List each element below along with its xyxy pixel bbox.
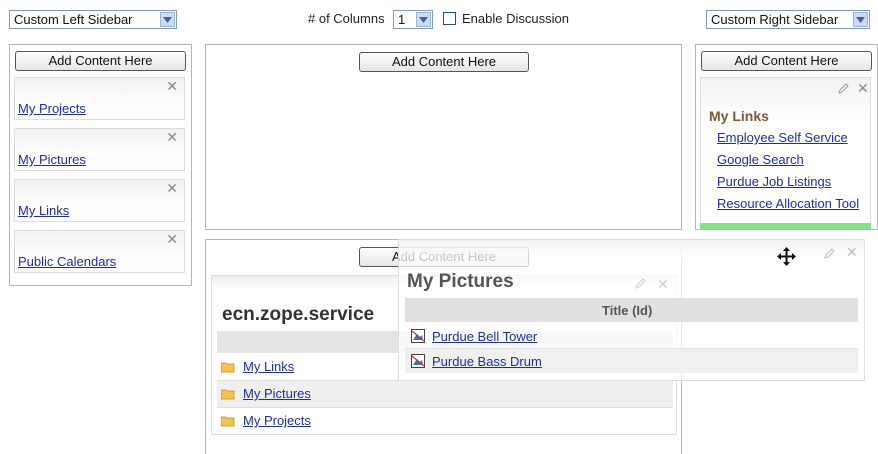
link-employee-self-service[interactable]: Employee Self Service bbox=[717, 130, 848, 145]
close-icon[interactable]: ✕ bbox=[166, 130, 178, 144]
right-sidebar-select[interactable]: Custom Right Sidebar bbox=[706, 10, 870, 29]
columns-select[interactable]: 1 bbox=[393, 10, 433, 29]
close-icon[interactable]: ✕ bbox=[166, 79, 178, 93]
title-id-header: Title (Id) bbox=[602, 303, 653, 318]
edit-pencil-icon bbox=[635, 278, 646, 289]
link-purdue-job-listings[interactable]: Purdue Job Listings bbox=[717, 174, 831, 189]
enable-discussion-checkbox[interactable] bbox=[443, 12, 456, 25]
dragging-portlet[interactable]: ✕ My Pictures ✕ Title (Id) Purdue Bell T… bbox=[398, 239, 865, 381]
main-top-add-content-button[interactable]: Add Content Here bbox=[359, 52, 529, 72]
chevron-down-icon bbox=[416, 12, 431, 27]
chevron-down-icon bbox=[853, 12, 868, 27]
columns-label: # of Columns bbox=[308, 11, 385, 26]
edit-pencil-icon[interactable] bbox=[838, 83, 849, 94]
chevron-down-icon bbox=[160, 12, 175, 27]
left-sidebar-select-value: Custom Left Sidebar bbox=[14, 12, 133, 27]
picture-link[interactable]: Purdue Bell Tower bbox=[432, 329, 537, 344]
close-icon[interactable]: ✕ bbox=[166, 181, 178, 195]
portlet-link[interactable]: My Pictures bbox=[18, 152, 86, 167]
folder-row-link[interactable]: My Links bbox=[243, 359, 294, 374]
left-add-content-button[interactable]: Add Content Here bbox=[15, 51, 186, 71]
folder-row-link[interactable]: My Projects bbox=[243, 413, 311, 428]
right-add-content-button[interactable]: Add Content Here bbox=[701, 51, 872, 71]
portlet-link[interactable]: Public Calendars bbox=[18, 254, 116, 269]
close-icon[interactable]: ✕ bbox=[857, 80, 869, 97]
folder-row-link[interactable]: My Pictures bbox=[243, 386, 311, 401]
picture-row[interactable]: Purdue Bell Tower bbox=[405, 324, 858, 349]
right-sidebar-column: Add Content Here ✕ My Links Employee Sel… bbox=[695, 44, 878, 230]
right-sidebar-select-value: Custom Right Sidebar bbox=[711, 12, 839, 27]
left-sidebar-column: Add Content Here ✕ My Projects ✕ My Pict… bbox=[9, 44, 192, 286]
picture-link[interactable]: Purdue Bass Drum bbox=[432, 354, 542, 369]
left-sidebar-select[interactable]: Custom Left Sidebar bbox=[9, 10, 177, 29]
portlet-my-pictures[interactable]: ✕ My Pictures bbox=[14, 128, 185, 171]
move-icon[interactable] bbox=[777, 247, 796, 266]
image-file-icon bbox=[411, 354, 425, 368]
portlet-my-links[interactable]: ✕ My Links bbox=[14, 179, 185, 222]
close-icon[interactable]: ✕ bbox=[166, 232, 178, 246]
portlet-my-projects[interactable]: ✕ My Projects bbox=[14, 77, 185, 120]
drop-target-indicator bbox=[700, 223, 871, 229]
columns-select-value: 1 bbox=[398, 12, 406, 27]
enable-discussion-label: Enable Discussion bbox=[462, 11, 569, 26]
main-top-column: Add Content Here bbox=[205, 44, 682, 230]
my-links-title: My Links bbox=[709, 108, 769, 124]
link-google-search[interactable]: Google Search bbox=[717, 152, 804, 167]
folder-portlet-title: ecn.zope.service bbox=[222, 304, 375, 325]
folder-icon bbox=[221, 362, 235, 373]
close-icon[interactable]: ✕ bbox=[846, 244, 858, 261]
folder-icon bbox=[221, 389, 235, 400]
picture-row[interactable]: Purdue Bass Drum bbox=[405, 349, 858, 373]
portlet-link[interactable]: My Links bbox=[18, 203, 69, 218]
dragging-portlet-title: My Pictures bbox=[407, 271, 514, 292]
folder-icon bbox=[221, 416, 235, 427]
link-resource-allocation-tool[interactable]: Resource Allocation Tool bbox=[717, 196, 859, 211]
close-icon: ✕ bbox=[657, 276, 669, 292]
folder-row[interactable]: My Projects bbox=[217, 408, 673, 434]
edit-pencil-icon[interactable] bbox=[824, 248, 835, 259]
image-file-icon bbox=[411, 329, 425, 343]
portlet-public-calendars[interactable]: ✕ Public Calendars bbox=[14, 230, 185, 273]
my-links-portlet: ✕ My Links Employee Self Service Google … bbox=[700, 77, 871, 225]
portlet-link[interactable]: My Projects bbox=[18, 101, 86, 116]
pictures-table-header: Title (Id) bbox=[405, 298, 858, 322]
folder-row[interactable]: My Pictures bbox=[217, 381, 673, 408]
